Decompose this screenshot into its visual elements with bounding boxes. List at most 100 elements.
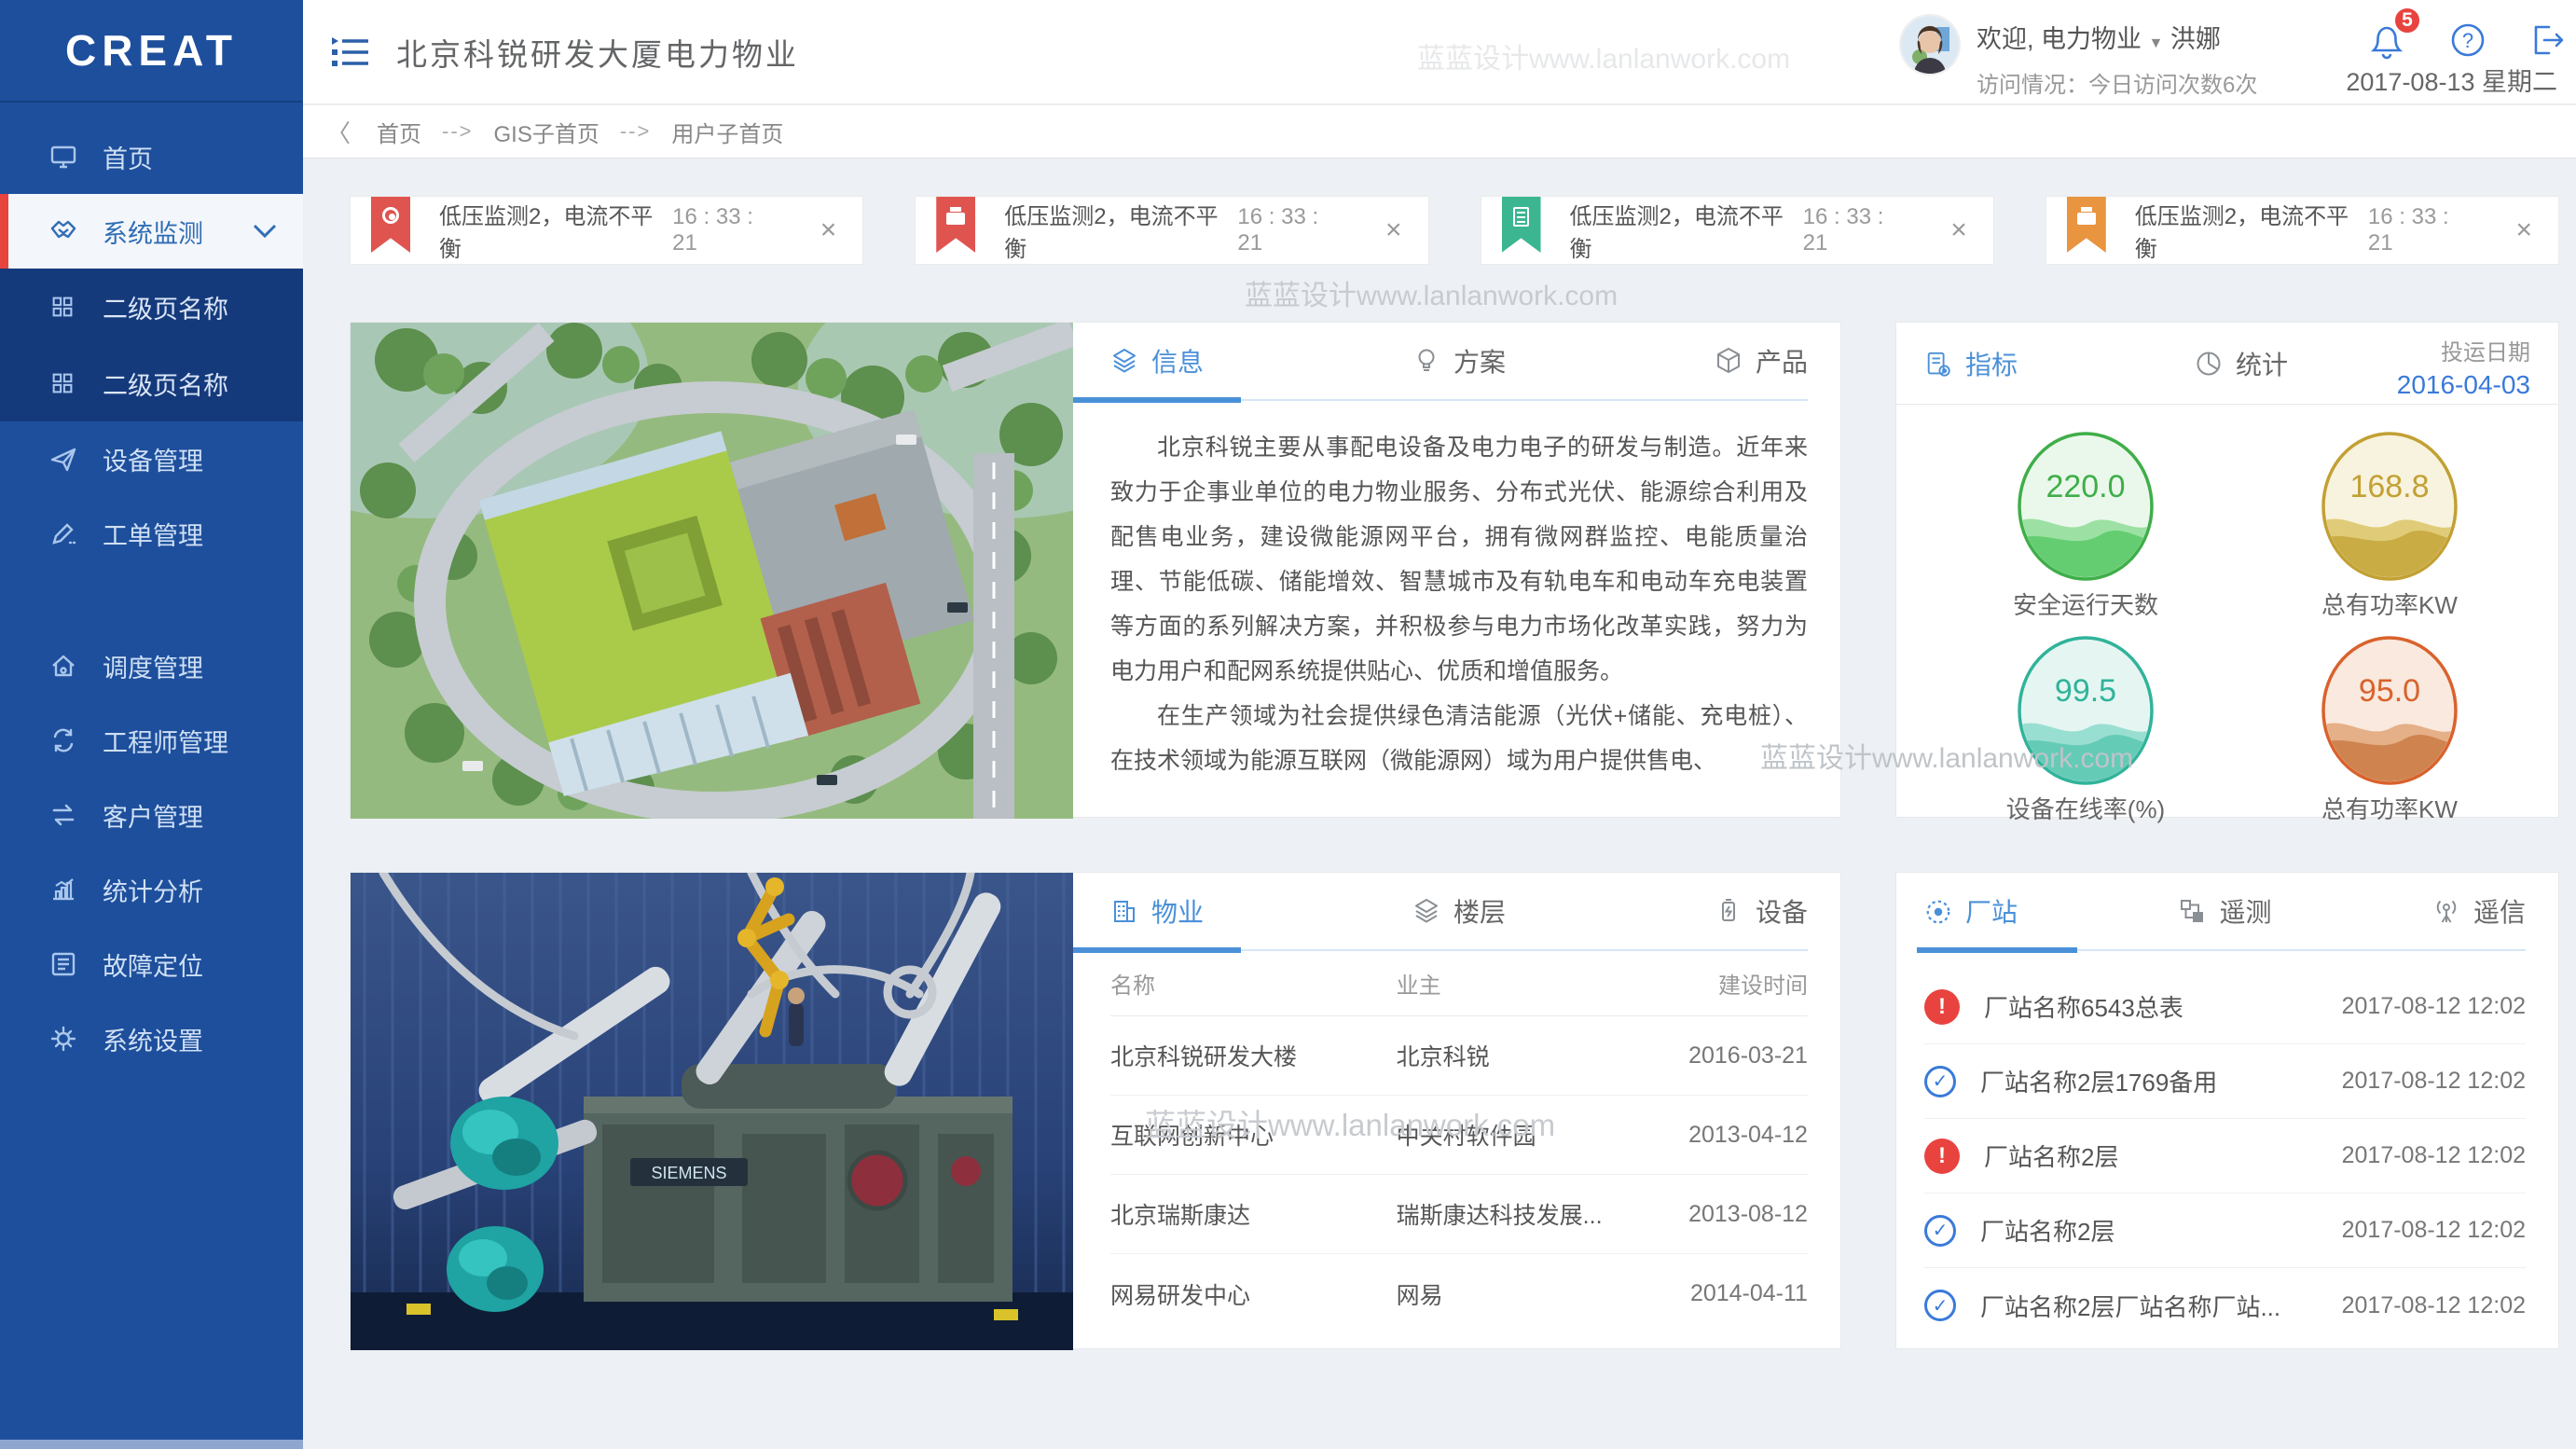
- alert-close-button[interactable]: ×: [820, 216, 837, 244]
- alert-ribbon-icon: [936, 197, 976, 253]
- sidebar-item-customer-mgmt[interactable]: 客户管理: [0, 778, 303, 852]
- kpi-gauge-label: 安全运行天数: [2012, 591, 2158, 619]
- welcome-block: 欢迎, 电力物业 ▼ 洪娜 访问情况：今日访问次数6次: [1977, 19, 2257, 99]
- alert-title: 低压监测2，电流不平衡: [1569, 204, 1784, 262]
- tab-label: 统计: [2236, 350, 2289, 380]
- column-name: 名称: [1110, 973, 1155, 999]
- station-status-icon: !: [1924, 1138, 1960, 1174]
- cube-icon: [1715, 347, 1743, 375]
- page-title: 北京科锐研发大厦电力物业: [396, 37, 799, 72]
- station-row[interactable]: ! 厂站名称6543总表 2017-08-12 12:02: [1924, 970, 2526, 1044]
- tab-devices[interactable]: 设备: [1715, 892, 1808, 930]
- tab-info[interactable]: 信息: [1110, 342, 1204, 380]
- sidebar-item-device-mgmt[interactable]: 设备管理: [0, 421, 303, 496]
- alert-close-button[interactable]: ×: [1385, 216, 1402, 244]
- sidebar-item-fault-location[interactable]: 故障定位: [0, 927, 303, 1001]
- alert-ribbon-glyph: [946, 207, 966, 225]
- station-list: ! 厂站名称6543总表 2017-08-12 12:02 ✓ 厂站名称2层17…: [1924, 970, 2526, 1343]
- tab-solution[interactable]: 方案: [1412, 342, 1506, 380]
- tab-telesignal[interactable]: 遥信: [2432, 892, 2526, 930]
- bar-chart-icon: [48, 874, 80, 905]
- kpi-gauge-label: 设备在线率(%): [2005, 795, 2166, 823]
- alert-close-button[interactable]: ×: [2515, 216, 2532, 244]
- gear-icon: [48, 1023, 80, 1055]
- property-tabbar: 物业 楼层 设备: [1073, 873, 1808, 953]
- sidebar-bottom-strip: [0, 1440, 303, 1449]
- user-avatar[interactable]: [1899, 14, 1961, 76]
- help-icon[interactable]: ?: [2448, 21, 2487, 60]
- sidebar-item-home[interactable]: 首页: [0, 119, 303, 194]
- property-table-row[interactable]: 北京科锐研发大楼 北京科锐 2016-03-21: [1110, 1016, 1808, 1096]
- station-status-icon: ✓: [1924, 1065, 1956, 1097]
- sidebar-item-workorder-mgmt[interactable]: 工单管理: [0, 496, 303, 571]
- tab-telemetry[interactable]: 遥测: [2178, 892, 2272, 930]
- active-tab-underline: [1073, 397, 1241, 403]
- sidebar-subitem-1[interactable]: 二级页名称: [0, 269, 303, 345]
- menu-toggle-icon[interactable]: [331, 35, 374, 69]
- antenna-icon: [2432, 897, 2460, 925]
- tab-product[interactable]: 产品: [1715, 342, 1808, 380]
- kpi-gauge-chart: 95.0: [2321, 636, 2458, 785]
- station-name: 厂站名称2层厂站名称厂站...: [1980, 1292, 2281, 1321]
- property-owner: 中关村软件园: [1396, 1124, 1536, 1150]
- kpi-gauge-chart: 99.5: [2018, 636, 2154, 785]
- station-row[interactable]: ✓ 厂站名称2层厂站名称厂站... 2017-08-12 12:02: [1924, 1268, 2526, 1343]
- tab-label: 遥测: [2219, 898, 2272, 927]
- gauge-dial-icon: [1924, 897, 1952, 925]
- monitor-icon: [48, 141, 80, 172]
- property-table-row[interactable]: 互联网创新中心 中关村软件园 2013-04-12: [1110, 1096, 1808, 1175]
- sidebar-subitem-2[interactable]: 二级页名称: [0, 345, 303, 421]
- breadcrumb-item-home[interactable]: 首页: [377, 116, 421, 148]
- caret-down-icon[interactable]: ▼: [2149, 35, 2164, 51]
- logout-icon[interactable]: [2528, 21, 2568, 60]
- alert-time: 16 : 33 : 21: [1802, 204, 1884, 255]
- alert-time: 16 : 33 : 21: [1237, 204, 1319, 255]
- station-row[interactable]: ! 厂站名称2层 2017-08-12 12:02: [1924, 1119, 2526, 1194]
- property-table-row[interactable]: 网易研发中心 网易 2014-04-11: [1110, 1254, 1808, 1333]
- notification-badge: 5: [2392, 6, 2422, 35]
- station-row[interactable]: ✓ 厂站名称2层 2017-08-12 12:02: [1924, 1194, 2526, 1268]
- breadcrumb-back-icon[interactable]: 〈: [326, 115, 351, 149]
- alert-close-button[interactable]: ×: [1950, 216, 1967, 244]
- alert-ribbon-icon: [371, 197, 410, 253]
- tab-stations[interactable]: 厂站: [1924, 892, 2018, 930]
- sidebar-item-dispatch-mgmt[interactable]: 调度管理: [0, 628, 303, 703]
- tab-label: 设备: [1755, 898, 1808, 927]
- user-menu[interactable]: 欢迎, 电力物业 ▼ 洪娜: [1977, 19, 2257, 55]
- notification-bell-icon[interactable]: 5: [2368, 6, 2422, 60]
- brand-logo: CREAT: [0, 0, 303, 103]
- paper-plane-icon: [48, 443, 80, 475]
- station-row[interactable]: ✓ 厂站名称2层1769备用 2017-08-12 12:02: [1924, 1044, 2526, 1119]
- station-card: 厂站 遥测 遥信 ! 厂站名称6543总表 2017-08-12 12:02 ✓…: [1895, 872, 2559, 1349]
- tab-label: 指标: [1965, 350, 2018, 380]
- tab-property[interactable]: 物业: [1110, 892, 1204, 930]
- tab-floors[interactable]: 楼层: [1412, 892, 1506, 930]
- breadcrumb-item-gis[interactable]: GIS子首页: [494, 116, 599, 148]
- tab-statistics[interactable]: 统计: [2195, 345, 2288, 382]
- property-card: SIEMENS 物业 楼层 设备 名称 业主 建设时间 北京科锐研发大楼 北京科…: [350, 872, 1841, 1350]
- commission-date-value[interactable]: 2016-04-03: [2397, 370, 2530, 400]
- alert-card: 低压监测2，电流不平衡 16 : 33 : 21 ×: [1480, 196, 1994, 265]
- property-name: 北京瑞斯康达: [1110, 1203, 1251, 1229]
- alert-ribbon-glyph: [382, 207, 399, 224]
- sidebar-item-engineer-mgmt[interactable]: 工程师管理: [0, 703, 303, 778]
- tab-indicators[interactable]: 指标: [1924, 345, 2018, 382]
- breadcrumb-item-user[interactable]: 用户子首页: [671, 116, 783, 148]
- station-name: 厂站名称6543总表: [1984, 994, 2183, 1022]
- property-build-date: 2013-04-12: [1688, 1121, 1808, 1148]
- sidebar-item-label: 故障定位: [103, 952, 203, 981]
- alert-ribbon-glyph: [2076, 207, 2096, 225]
- sidebar-item-statistics[interactable]: 统计分析: [0, 852, 303, 927]
- alert-card: 低压监测2，电流不平衡 16 : 33 : 21 ×: [350, 196, 864, 265]
- tab-label: 厂站: [1965, 898, 2018, 927]
- property-table-row[interactable]: 北京瑞斯康达 瑞斯康达科技发展... 2013-08-12: [1110, 1175, 1808, 1254]
- battery-icon: [1715, 897, 1743, 925]
- document-gear-icon: [1924, 350, 1952, 378]
- sidebar-menu: 首页 系统监测 二级页名称 二级页名称 设备管理 工单管理 调度管理 工程师管理…: [0, 103, 303, 1076]
- lightbulb-icon: [1412, 347, 1440, 375]
- sidebar-item-system-settings[interactable]: 系统设置: [0, 1001, 303, 1076]
- alert-title: 低压监测2，电流不平衡: [2134, 204, 2349, 262]
- layers-icon: [1110, 347, 1138, 375]
- svg-text:SIEMENS: SIEMENS: [651, 1164, 726, 1182]
- sidebar-item-system-monitor[interactable]: 系统监测: [0, 194, 303, 269]
